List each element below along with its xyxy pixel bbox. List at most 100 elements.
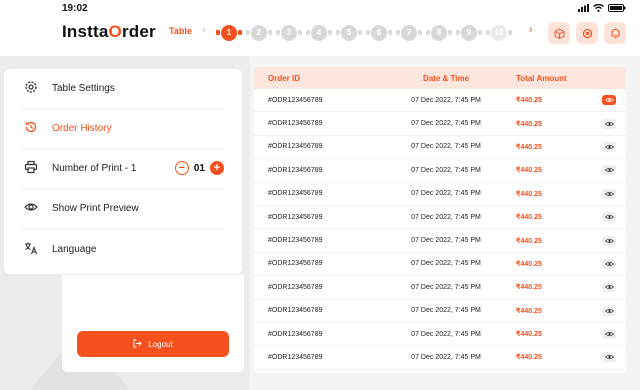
- order-amount: ₹440.25: [516, 120, 542, 128]
- menu-label-number-of-print: Number of Print - 1: [52, 163, 137, 174]
- view-eye-icon[interactable]: [602, 235, 616, 246]
- status-icons: [578, 4, 626, 12]
- order-id: #ODR123456789: [268, 353, 323, 361]
- cube-icon[interactable]: [548, 22, 570, 44]
- table-row: #ODR123456789 07 Dec 2022, 7:45 PM ₹440.25: [254, 300, 626, 323]
- order-datetime: 07 Dec 2022, 7:45 PM: [411, 237, 481, 245]
- chair-icon: [306, 30, 310, 35]
- order-id: #ODR123456789: [268, 237, 323, 245]
- view-eye-icon[interactable]: [602, 258, 616, 269]
- view-eye-icon[interactable]: [602, 118, 616, 129]
- table-number: 10: [491, 25, 507, 41]
- bell-icon[interactable]: [604, 22, 626, 44]
- table-number: 6: [371, 25, 387, 41]
- view-eye-icon[interactable]: [602, 188, 616, 199]
- chevron-left-icon[interactable]: ‹: [202, 24, 206, 36]
- settings-icon[interactable]: [576, 22, 598, 44]
- order-amount: ₹440.25: [516, 331, 542, 339]
- row-actions: [592, 352, 626, 363]
- chair-icon: [426, 30, 430, 35]
- order-amount: ₹440.25: [516, 307, 542, 315]
- order-amount: ₹440.25: [516, 284, 542, 292]
- view-eye-icon[interactable]: [602, 329, 616, 340]
- logo: InsttaOrder: [62, 22, 156, 42]
- table-selector: 1 2 3 4 5 6 7 8 9 10: [215, 22, 513, 44]
- table-chip-1[interactable]: 1: [215, 22, 243, 44]
- battery-icon: [608, 4, 626, 12]
- table-row: #ODR123456789 07 Dec 2022, 7:45 PM ₹440.25: [254, 346, 626, 370]
- table-chip-10[interactable]: 10: [485, 22, 513, 44]
- chair-icon: [276, 30, 280, 35]
- table-row: #ODR123456789 07 Dec 2022, 7:45 PM ₹440.25: [254, 112, 626, 136]
- order-datetime: 07 Dec 2022, 7:45 PM: [411, 213, 481, 221]
- table-row: #ODR123456789 07 Dec 2022, 7:45 PM ₹440.25: [254, 253, 626, 277]
- table-chip-9[interactable]: 9: [455, 22, 483, 44]
- table-chip-4[interactable]: 4: [305, 22, 333, 44]
- logout-icon: [133, 339, 142, 350]
- settings-menu: Table Settings Order History Number of P…: [4, 69, 242, 274]
- eye-icon: [22, 200, 40, 217]
- logout-label: Logout: [148, 339, 173, 349]
- table-row: #ODR123456789 07 Dec 2022, 7:45 PM ₹440.25: [254, 323, 626, 347]
- menu-item-language[interactable]: Language: [22, 229, 224, 269]
- table-chip-5[interactable]: 5: [335, 22, 363, 44]
- table-row: #ODR123456789 07 Dec 2022, 7:45 PM ₹440.25: [254, 136, 626, 160]
- row-actions: [592, 329, 626, 340]
- view-eye-icon[interactable]: [602, 95, 616, 106]
- increment-button[interactable]: +: [210, 161, 224, 175]
- order-datetime: 07 Dec 2022, 7:45 PM: [411, 120, 481, 128]
- decrement-button[interactable]: −: [174, 161, 189, 175]
- row-actions: [592, 165, 626, 176]
- view-eye-icon[interactable]: [602, 141, 616, 152]
- print-count-value: 01: [193, 162, 205, 174]
- table-row: #ODR123456789 07 Dec 2022, 7:45 PM ₹440.25: [254, 229, 626, 253]
- table-label: Table: [169, 26, 192, 36]
- table-chip-2[interactable]: 2: [245, 22, 273, 44]
- menu-item-show-print-preview[interactable]: Show Print Preview: [22, 189, 224, 229]
- history-icon: [22, 120, 40, 137]
- menu-label-language: Language: [52, 243, 97, 255]
- order-datetime: 07 Dec 2022, 7:45 PM: [411, 190, 481, 198]
- table-chip-6[interactable]: 6: [365, 22, 393, 44]
- table-chip-8[interactable]: 8: [425, 22, 453, 44]
- table-number: 8: [431, 25, 447, 41]
- view-eye-icon[interactable]: [602, 165, 616, 176]
- order-history-table: Order ID Date & Time Total Amount #ODR12…: [254, 67, 626, 373]
- chair-icon: [238, 30, 242, 35]
- menu-item-order-history[interactable]: Order History: [22, 109, 224, 149]
- chair-icon: [456, 30, 460, 35]
- menu-item-table-settings[interactable]: Table Settings: [22, 69, 224, 109]
- view-eye-icon[interactable]: [602, 212, 616, 223]
- order-datetime: 07 Dec 2022, 7:45 PM: [411, 283, 481, 291]
- chevron-right-icon[interactable]: ›: [529, 24, 533, 36]
- order-amount: ₹440.25: [516, 237, 542, 245]
- chair-icon: [268, 30, 272, 35]
- chair-icon: [418, 30, 422, 35]
- order-datetime: 07 Dec 2022, 7:45 PM: [411, 143, 481, 151]
- order-id: #ODR123456789: [268, 213, 323, 221]
- table-number: 3: [281, 25, 297, 41]
- order-datetime: 07 Dec 2022, 7:45 PM: [411, 307, 481, 315]
- order-id: #ODR123456789: [268, 307, 323, 315]
- table-row: #ODR123456789 07 Dec 2022, 7:45 PM ₹440.25: [254, 276, 626, 300]
- printer-icon: [22, 160, 40, 177]
- menu-label-order-history: Order History: [52, 123, 112, 134]
- order-amount: ₹440.25: [516, 214, 542, 222]
- chair-icon: [358, 30, 362, 35]
- status-bar: 19:02: [0, 0, 640, 18]
- order-datetime: 07 Dec 2022, 7:45 PM: [411, 166, 481, 174]
- table-chip-7[interactable]: 7: [395, 22, 423, 44]
- logout-button[interactable]: Logout: [77, 331, 229, 357]
- chair-icon: [478, 30, 482, 35]
- order-datetime: 07 Dec 2022, 7:45 PM: [411, 330, 481, 338]
- order-amount: ₹440.25: [516, 190, 542, 198]
- table-chip-3[interactable]: 3: [275, 22, 303, 44]
- view-eye-icon[interactable]: [602, 352, 616, 363]
- table-number: 5: [341, 25, 357, 41]
- order-datetime: 07 Dec 2022, 7:45 PM: [411, 96, 481, 104]
- order-id: #ODR123456789: [268, 190, 323, 198]
- menu-label-table-settings: Table Settings: [52, 83, 115, 94]
- view-eye-icon[interactable]: [602, 305, 616, 316]
- view-eye-icon[interactable]: [602, 282, 616, 293]
- row-actions: [592, 235, 626, 246]
